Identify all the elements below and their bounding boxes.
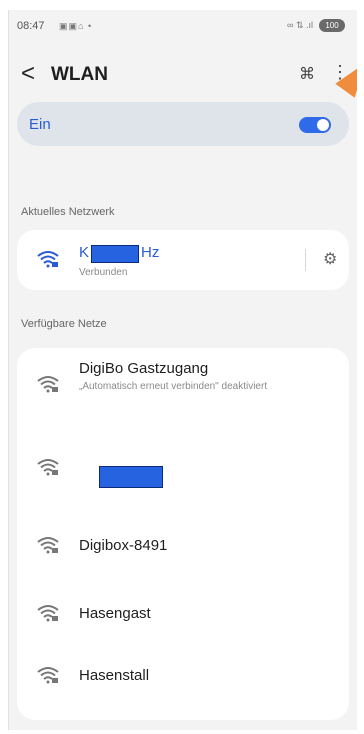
redacted-network-name bbox=[99, 466, 163, 488]
redacted-area bbox=[91, 245, 139, 263]
qr-scan-icon[interactable]: ⌘ bbox=[299, 64, 315, 84]
status-bar: 08:47 ▣▣⌂ • ∞ ⇅ .ıl 100 bbox=[9, 10, 357, 46]
wifi-lock-icon bbox=[37, 375, 59, 393]
network-name: Hasengast bbox=[79, 605, 151, 622]
switch-knob bbox=[317, 119, 329, 131]
notification-icons: ▣▣⌂ • bbox=[59, 21, 93, 31]
network-name: DigiBo Gastzugang bbox=[79, 360, 209, 377]
status-time: 08:47 bbox=[17, 20, 45, 32]
available-networks-heading: Verfügbare Netze bbox=[21, 318, 107, 330]
wifi-toggle-row[interactable]: Ein bbox=[17, 102, 349, 146]
wifi-lock-icon bbox=[37, 458, 59, 476]
current-network-name-prefix: K bbox=[79, 244, 90, 261]
network-name: Digibox-8491 bbox=[79, 537, 168, 554]
status-right: ∞ ⇅ .ıl 100 bbox=[287, 19, 345, 32]
current-network-status: Verbunden bbox=[79, 267, 128, 278]
wifi-toggle-label: Ein bbox=[29, 116, 51, 133]
network-name: Hasenstall bbox=[79, 667, 150, 684]
divider bbox=[305, 249, 306, 271]
current-network-heading: Aktuelles Netzwerk bbox=[21, 206, 115, 218]
page-title: WLAN bbox=[51, 64, 108, 85]
gear-icon[interactable]: ⚙ bbox=[323, 249, 337, 269]
wifi-lock-icon bbox=[37, 604, 59, 622]
phone-screen: 08:47 ▣▣⌂ • ∞ ⇅ .ıl 100 < WLAN ⌘ ⋮ Ein A… bbox=[8, 10, 357, 730]
current-network-card[interactable]: K Hz Verbunden ⚙ bbox=[17, 230, 349, 290]
battery-level: 100 bbox=[325, 21, 339, 30]
wifi-lock-icon bbox=[37, 250, 59, 268]
current-network-name-suffix: Hz bbox=[141, 244, 160, 261]
wifi-lock-icon bbox=[37, 536, 59, 554]
wifi-switch[interactable] bbox=[299, 117, 331, 133]
app-header: < WLAN ⌘ ⋮ bbox=[9, 56, 357, 96]
signal-icon: ∞ ⇅ .ıl bbox=[287, 20, 313, 30]
available-networks-list: DigiBo Gastzugang „Automatisch erneut ve… bbox=[17, 348, 349, 720]
battery-icon: 100 bbox=[319, 19, 345, 32]
back-button[interactable]: < bbox=[21, 60, 35, 88]
network-subtext: „Automatisch erneut verbinden" deaktivie… bbox=[79, 381, 268, 392]
wifi-lock-icon bbox=[37, 666, 59, 684]
